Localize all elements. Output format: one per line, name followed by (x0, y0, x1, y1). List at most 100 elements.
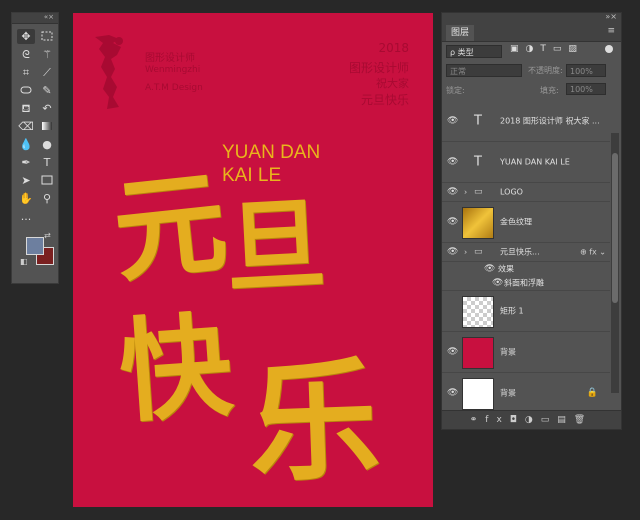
blur-tool-icon[interactable]: 💧 (17, 137, 35, 152)
collapse-icon[interactable]: «× (44, 13, 54, 22)
fx-icon[interactable]: ⊕ fx ⌄ (580, 248, 606, 257)
tab-layers[interactable]: 图层 (446, 25, 475, 41)
visibility-eye-icon[interactable]: 👁 (447, 347, 458, 357)
effect-name: 斜面和浮雕 (504, 278, 544, 288)
eyedropper-tool-icon[interactable]: ⟋ (38, 65, 56, 80)
red-fill-thumbnail (462, 337, 494, 369)
layers-list: 👁 T 2018 图形设计师 祝大家 ... 👁 T YUAN DAN KAI … (442, 101, 610, 414)
magic-wand-tool-icon[interactable]: ⚚ (38, 47, 56, 62)
gradient-tool-icon[interactable] (38, 119, 56, 134)
layer-name: 背景 (500, 388, 516, 398)
panel-title-bar[interactable]: »× (442, 12, 621, 23)
swap-colors-icon[interactable]: ⇄ (44, 231, 51, 240)
foreground-color-swatch[interactable] (26, 237, 44, 255)
panel-menu-icon[interactable]: ≡ (607, 26, 615, 36)
zoom-tool-icon[interactable]: ⚲ (38, 191, 56, 206)
panel-footer-icons[interactable]: ⚭fx◘◑▭▤🗑 (442, 410, 621, 429)
visibility-eye-icon[interactable]: 👁 (447, 157, 458, 167)
folder-icon: ▭ (474, 247, 483, 257)
layer-row[interactable]: 👁 T 2018 图形设计师 祝大家 ... (442, 101, 610, 142)
hand-tool-icon[interactable]: ✋ (17, 191, 35, 206)
marquee-tool-icon[interactable] (38, 29, 56, 44)
layer-name: 背景 (500, 347, 516, 357)
expand-caret-icon[interactable]: › (464, 248, 467, 257)
visibility-eye-icon[interactable]: 👁 (447, 116, 458, 126)
pinyin-line-1: YUAN DAN (222, 142, 321, 163)
spot-heal-tool-icon[interactable] (17, 83, 35, 98)
collapse-icon[interactable]: »× (605, 12, 617, 21)
layer-name: 元旦快乐... (500, 247, 540, 257)
move-tool-icon[interactable]: ✥ (17, 29, 35, 44)
visibility-eye-icon[interactable]: 👁 (447, 217, 458, 227)
text-layer-icon: T (474, 154, 482, 170)
color-swatches: ⇄ ◧ (20, 231, 54, 273)
effect-row[interactable]: 👁 斜面和浮雕 (442, 276, 610, 290)
calligraphy-char-3: 快 (115, 300, 237, 439)
greeting-line-4: 元旦快乐 (360, 93, 409, 107)
type-tool-icon[interactable]: T (38, 155, 56, 170)
lock-icon: 🔒 (586, 388, 598, 398)
folder-icon: ▭ (474, 187, 483, 197)
filter-toggle-icon[interactable] (605, 45, 613, 53)
filter-icons[interactable]: ▣◑T▭▨ (510, 44, 584, 54)
expand-caret-icon[interactable]: › (464, 188, 467, 197)
layer-row[interactable]: 👁 金色纹理 (442, 202, 610, 243)
lock-label: 锁定: (446, 86, 465, 95)
crop-tool-icon[interactable]: ⌗ (17, 65, 35, 80)
layer-name: 矩形 1 (500, 306, 524, 316)
logo-figure-graphic (95, 35, 123, 109)
layers-scrollbar[interactable] (611, 133, 619, 393)
rectangle-tool-icon[interactable] (38, 173, 56, 188)
fill-label: 填充: (540, 86, 559, 95)
effect-name: 效果 (498, 264, 514, 274)
path-select-tool-icon[interactable]: ➤ (17, 173, 35, 188)
text-layer-icon: T (474, 113, 482, 129)
greeting-line-2: 图形设计师 (348, 61, 409, 75)
tools-panel: «× ✥ ᘓ ⚚ ⌗ ⟋ ✎ ⛾ ↶ ⌫ 💧 ● ✒ T ➤ ✋ ⚲ ... ⇄… (11, 12, 59, 284)
layer-row[interactable]: 矩形 1 (442, 290, 610, 332)
layer-group-row[interactable]: 👁 › ▭ LOGO (442, 183, 610, 202)
layer-row[interactable]: 👁 T YUAN DAN KAI LE (442, 142, 610, 183)
opacity-label: 不透明度: (528, 66, 563, 75)
layer-row[interactable]: 👁 背景 🔒 (442, 373, 610, 414)
greeting-line-1: 2018 (378, 41, 409, 55)
blend-mode-select[interactable]: 正常 (446, 64, 522, 77)
scrollbar-thumb[interactable] (612, 153, 618, 303)
visibility-eye-icon[interactable]: 👁 (484, 264, 495, 274)
white-fill-thumbnail (462, 378, 494, 410)
default-colors-icon[interactable]: ◧ (20, 257, 28, 266)
brush-tool-icon[interactable]: ✎ (38, 83, 56, 98)
tools-panel-header[interactable]: «× (12, 13, 58, 24)
visibility-eye-icon[interactable]: 👁 (447, 388, 458, 398)
history-brush-tool-icon[interactable]: ↶ (38, 101, 56, 116)
gold-texture-thumbnail (462, 207, 494, 239)
greeting-line-3: 祝大家 (376, 77, 409, 90)
more-tools-icon[interactable]: ... (17, 209, 35, 224)
dodge-tool-icon[interactable]: ● (38, 137, 56, 152)
logo-name: 图形设计师 (145, 53, 195, 64)
layer-group-row[interactable]: 👁 › ▭ 元旦快乐... ⊕ fx ⌄ (442, 243, 610, 262)
eraser-tool-icon[interactable]: ⌫ (17, 119, 35, 134)
document-canvas[interactable]: 图形设计师 Wenmingzhi A.T.M Design 2018 图形设计师… (73, 13, 433, 507)
pen-tool-icon[interactable]: ✒ (17, 155, 35, 170)
opacity-input[interactable]: 100% (566, 64, 606, 77)
layer-row[interactable]: 👁 背景 (442, 332, 610, 373)
calligraphy-char-2: 旦 (222, 184, 329, 308)
calligraphy-char-4: 乐 (246, 342, 383, 501)
layer-filter-select[interactable]: ρ 类型 (446, 45, 502, 58)
layer-name: YUAN DAN KAI LE (500, 157, 570, 167)
panel-tabs: 图层 ≡ (442, 23, 621, 42)
effect-row[interactable]: 👁 效果 (442, 262, 610, 276)
visibility-eye-icon[interactable]: 👁 (447, 187, 458, 197)
logo-subtitle: Wenmingzhi (145, 65, 201, 75)
visibility-eye-icon[interactable]: 👁 (447, 247, 458, 257)
transparent-thumbnail (462, 296, 494, 328)
visibility-eye-icon[interactable]: 👁 (492, 278, 503, 288)
layer-name: 金色纹理 (500, 217, 532, 227)
layer-name: LOGO (500, 187, 523, 197)
fill-input[interactable]: 100% (566, 83, 606, 95)
lasso-tool-icon[interactable]: ᘓ (17, 47, 35, 62)
layers-panel: »× 图层 ≡ ρ 类型 ▣◑T▭▨ 正常 不透明度: 100% 锁定: 填充:… (441, 12, 622, 430)
clone-stamp-tool-icon[interactable]: ⛾ (17, 101, 35, 116)
layer-name: 2018 图形设计师 祝大家 ... (500, 116, 600, 126)
